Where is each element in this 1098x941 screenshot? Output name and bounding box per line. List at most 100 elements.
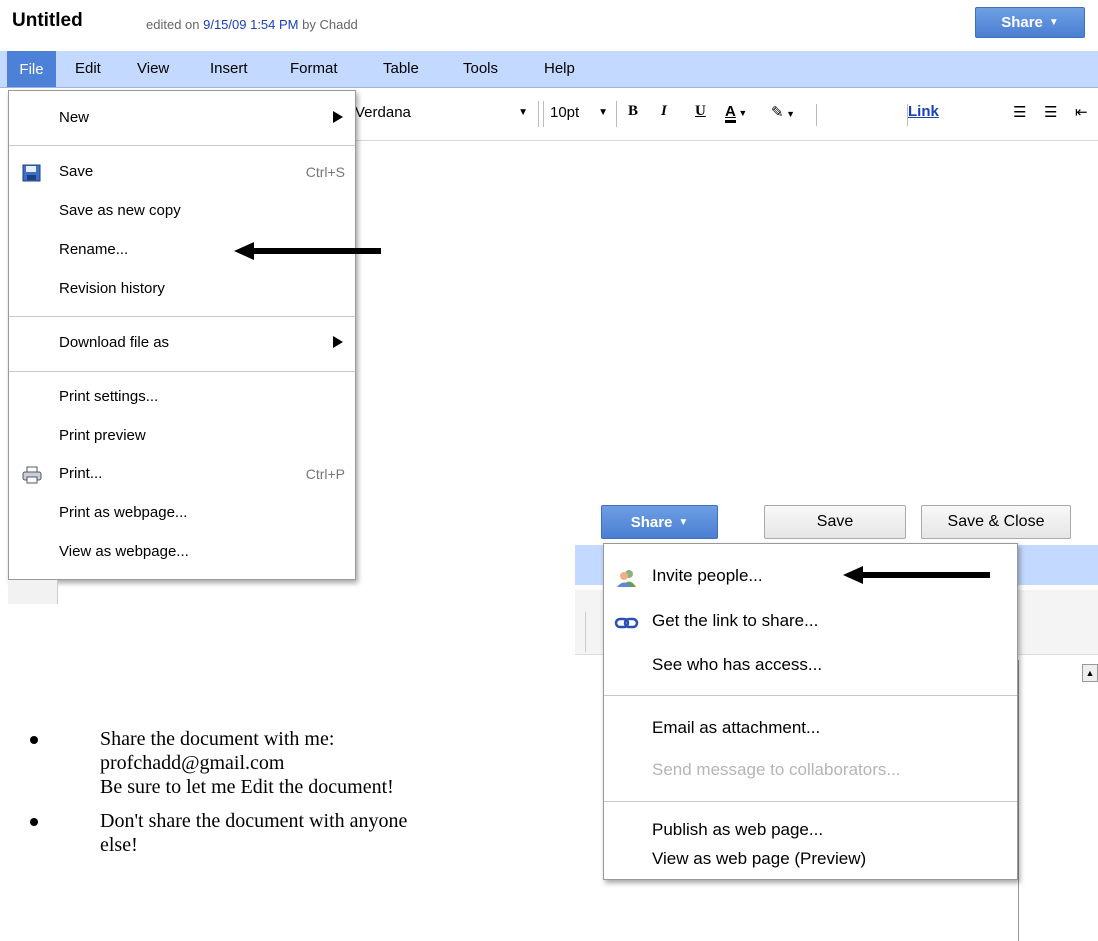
chevron-down-icon: ▼ — [1048, 17, 1059, 28]
menu-item-view-webpage[interactable]: View as webpage... — [9, 537, 355, 569]
menu-item-label: Save as new copy — [59, 202, 181, 219]
menu-item-label: Print... — [59, 465, 103, 482]
printer-icon — [22, 466, 42, 484]
edit-info: edited on 9/15/09 1:54 PM by Chadd — [146, 17, 358, 32]
menu-item-label: New — [59, 109, 90, 126]
list-item: Don't share the document with anyone els… — [30, 809, 590, 857]
chevron-down-icon: ▼ — [678, 516, 689, 528]
menu-insert[interactable]: Insert — [210, 60, 248, 77]
edit-prefix: edited on — [146, 17, 204, 32]
menu-item-save-copy[interactable]: Save as new copy — [9, 196, 355, 228]
menu-item-new[interactable]: New — [9, 103, 355, 135]
formatting-toolbar: Verdana ▼ 10pt ▼ B I U A ▼ ✎ ▼ Link ☰ ☰ … — [355, 95, 1098, 135]
menu-item-see-access[interactable]: See who has access... — [604, 648, 1017, 684]
underline-button[interactable]: U — [695, 103, 706, 120]
instruction-line: Be sure to let me Edit the document! — [100, 776, 394, 798]
menu-item-print-preview[interactable]: Print preview — [9, 421, 355, 453]
menu-item-print[interactable]: Print... Ctrl+P — [9, 459, 355, 491]
menu-item-get-link[interactable]: Get the link to share... — [604, 604, 1017, 640]
menu-item-label: Print settings... — [59, 388, 159, 405]
menu-item-view-preview[interactable]: View as web page (Preview) — [604, 847, 1017, 877]
text-color-button[interactable]: A ▼ — [725, 103, 747, 123]
menu-table[interactable]: Table — [383, 60, 419, 77]
menu-view[interactable]: View — [137, 60, 169, 77]
menu-item-label: Send message to collaborators... — [652, 760, 901, 779]
toolbar-divider — [585, 612, 586, 652]
menu-item-revision-history[interactable]: Revision history — [9, 274, 355, 306]
menu-bar: File Edit View Insert Format Table Tools… — [0, 51, 1098, 88]
menu-item-label: View as webpage... — [59, 543, 189, 560]
menu-item-print-settings[interactable]: Print settings... — [9, 382, 355, 414]
menu-item-label: Revision history — [59, 280, 165, 297]
menu-item-label: Rename... — [59, 241, 129, 258]
share-menu-dropdown: Invite people... Get the link to share..… — [603, 543, 1018, 880]
decrease-indent-icon[interactable]: ⇤ — [1075, 103, 1088, 121]
share-label: Share — [1001, 14, 1043, 31]
menu-format[interactable]: Format — [290, 60, 338, 77]
revision-link[interactable]: 9/15/09 1:54 PM — [203, 17, 298, 32]
toolbar-bottom-border — [355, 140, 1098, 141]
list-item: Share the document with me: profchadd@gm… — [30, 727, 590, 799]
arrow-left-icon — [843, 566, 863, 584]
bold-button[interactable]: B — [628, 103, 638, 120]
save-close-button[interactable]: Save & Close — [921, 505, 1071, 539]
font-size-select[interactable]: 10pt ▼ — [543, 101, 617, 127]
menu-edit[interactable]: Edit — [75, 60, 101, 77]
chevron-down-icon: ▼ — [783, 109, 795, 119]
people-icon — [617, 570, 636, 587]
menu-separator — [604, 695, 1017, 696]
bullet-icon — [30, 818, 38, 826]
share-label: Share — [630, 513, 673, 531]
highlighter-icon: ✎ — [771, 104, 784, 121]
submenu-arrow-icon — [333, 336, 343, 348]
save-button[interactable]: Save — [764, 505, 906, 539]
menu-item-label: Save — [59, 163, 94, 180]
share-button[interactable]: Share ▼ — [601, 505, 718, 539]
menu-tools[interactable]: Tools — [463, 60, 498, 77]
pointer-arrow-shaft — [250, 248, 381, 254]
pointer-arrow-shaft — [860, 572, 990, 578]
menu-item-download[interactable]: Download file as — [9, 328, 355, 360]
toolbar-divider — [816, 104, 817, 126]
menu-item-print-webpage[interactable]: Print as webpage... — [9, 498, 355, 530]
chevron-down-icon: ▼ — [518, 107, 528, 118]
menu-item-publish[interactable]: Publish as web page... — [604, 813, 1017, 849]
italic-button[interactable]: I — [661, 103, 667, 120]
font-value: Verdana — [355, 104, 411, 121]
font-size-value: 10pt — [550, 104, 580, 121]
editor-right-area — [1018, 660, 1098, 941]
menu-item-label: See who has access... — [652, 655, 823, 674]
menu-item-label: Email as attachment... — [652, 718, 821, 737]
email-address: profchadd@gmail.com — [100, 752, 285, 774]
menu-item-label: Invite people... — [652, 566, 763, 585]
menu-separator — [9, 145, 355, 146]
instruction-line: Don't share the document with anyone — [100, 810, 408, 832]
file-menu-dropdown: New Save Ctrl+S Save as new copy Rename.… — [8, 90, 356, 580]
submenu-arrow-icon — [333, 111, 343, 123]
menu-file[interactable]: File — [7, 51, 56, 87]
menu-separator — [604, 801, 1017, 802]
editor-left-margin — [8, 580, 58, 604]
menu-item-send-message: Send message to collaborators... — [604, 753, 1017, 789]
numbered-list-icon[interactable]: ☰ — [1013, 103, 1026, 121]
font-select[interactable]: Verdana ▼ — [355, 101, 539, 127]
bulleted-list-icon[interactable]: ☰ — [1044, 103, 1057, 121]
document-title[interactable]: Untitled — [12, 10, 83, 32]
menu-item-label: Download file as — [59, 334, 170, 351]
link-button[interactable]: Link — [908, 103, 939, 120]
menu-separator — [9, 316, 355, 317]
share-button-top[interactable]: Share ▼ — [975, 7, 1085, 38]
instructions-list: Share the document with me: profchadd@gm… — [30, 727, 590, 867]
menu-item-email-attachment[interactable]: Email as attachment... — [604, 711, 1017, 747]
menu-help[interactable]: Help — [544, 60, 575, 77]
menu-item-label: Print preview — [59, 427, 146, 444]
menu-item-label: Print as webpage... — [59, 504, 188, 521]
scroll-up-icon[interactable]: ▲ — [1082, 664, 1098, 682]
chevron-down-icon: ▼ — [598, 107, 608, 118]
instruction-line: Share the document with me: — [100, 728, 335, 750]
highlight-button[interactable]: ✎ ▼ — [771, 103, 795, 121]
save-icon — [22, 164, 41, 182]
menu-item-save[interactable]: Save Ctrl+S — [9, 157, 355, 189]
menu-item-label: Publish as web page... — [652, 820, 824, 839]
menu-item-label: View as web page (Preview) — [652, 849, 867, 868]
